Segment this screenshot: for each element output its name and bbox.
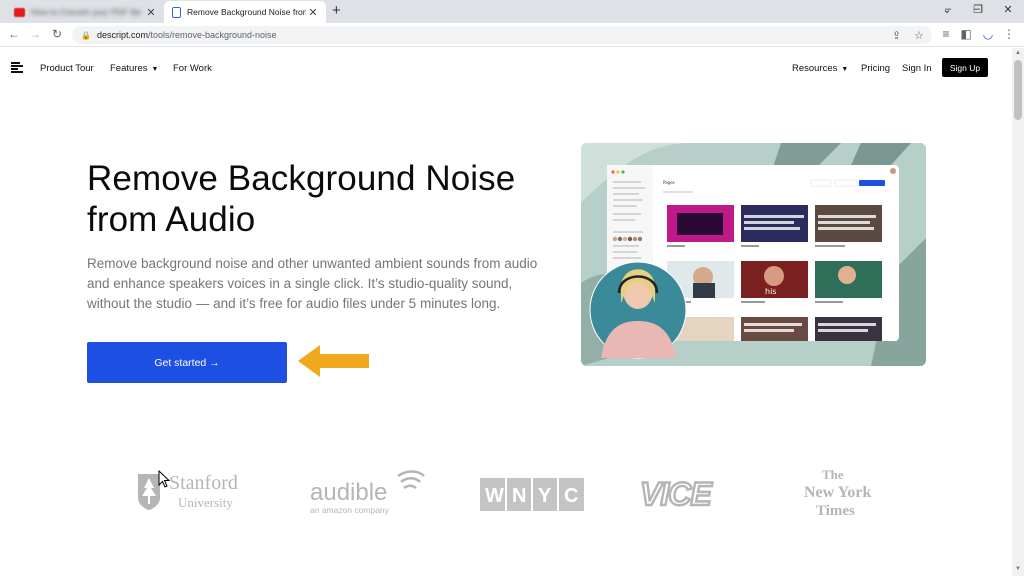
mouse-cursor-icon <box>158 470 170 488</box>
chevron-down-icon: ▼ <box>151 66 159 73</box>
page-title: Remove Background Noise from Audio <box>87 159 516 239</box>
app-pages-header: Pages <box>663 180 675 185</box>
address-row: ← → ↻ 🔒 descript.com/tools/remove-backgr… <box>0 23 1024 47</box>
new-tab-button[interactable]: + <box>332 2 341 19</box>
close-window-icon[interactable]: ✕ <box>993 3 1023 16</box>
nav-pricing[interactable]: Pricing <box>861 63 890 74</box>
nav-resources[interactable]: Resources ▼ <box>792 63 848 74</box>
restore-icon[interactable]: ❐ <box>963 3 993 16</box>
tab-bar: How to Convert your PDF file to ... ✕ Re… <box>0 0 1024 23</box>
bookmark-star-icon[interactable]: ☆ <box>914 29 924 42</box>
svg-text:audible: audible <box>310 479 387 506</box>
svg-text:Stanford: Stanford <box>169 472 238 494</box>
media-control-icon[interactable]: ≡ <box>938 27 954 41</box>
youtube-favicon-icon <box>14 7 25 17</box>
svg-text:W: W <box>485 485 504 507</box>
scroll-up-icon: ▲ <box>1015 50 1021 56</box>
tab-descript[interactable]: Remove Background Noise from ✕ <box>164 1 326 23</box>
tab-title: Remove Background Noise from <box>187 7 306 17</box>
nyt-logo: The New York Times <box>800 467 874 519</box>
sign-up-button[interactable]: Sign Up <box>942 58 988 77</box>
close-tab-icon[interactable]: ✕ <box>306 6 320 19</box>
nav-for-work[interactable]: For Work <box>173 63 212 74</box>
forward-icon[interactable]: → <box>27 27 43 41</box>
svg-text:VICE: VICE <box>640 476 713 512</box>
svg-text:Times: Times <box>816 503 855 518</box>
svg-text:Y: Y <box>538 485 552 507</box>
tab-title: How to Convert your PDF file to ... <box>31 7 144 17</box>
stanford-logo: Stanford University <box>136 468 258 518</box>
arrow-left-icon <box>298 345 369 377</box>
nav-features[interactable]: Features ▼ <box>110 63 158 74</box>
page-favicon-icon <box>172 6 181 18</box>
svg-text:C: C <box>564 485 578 507</box>
back-icon[interactable]: ← <box>6 27 22 41</box>
card-caption: his <box>765 287 776 296</box>
wnyc-logo: W N Y C <box>480 468 586 518</box>
profile-icon[interactable]: ◡ <box>980 27 996 41</box>
svg-text:an amazon company: an amazon company <box>310 505 390 515</box>
svg-text:N: N <box>512 485 526 507</box>
get-started-button[interactable]: Get started → <box>87 342 287 383</box>
scrollbar-thumb[interactable] <box>1014 60 1022 120</box>
reload-icon[interactable]: ↻ <box>49 27 65 41</box>
descript-logo-icon[interactable] <box>11 62 23 74</box>
minimize-icon[interactable]: – <box>933 3 963 15</box>
side-panel-icon[interactable]: ◧ <box>958 27 974 41</box>
share-icon[interactable]: ⇪ <box>892 29 901 42</box>
address-bar[interactable]: 🔒 descript.com/tools/remove-background-n… <box>72 26 932 44</box>
svg-text:The: The <box>822 468 844 482</box>
page-scrollbar[interactable]: ▲ ▼ <box>1012 48 1024 576</box>
lock-icon: 🔒 <box>81 30 91 40</box>
nav-product-tour[interactable]: Product Tour <box>40 63 94 74</box>
vice-logo: VICE <box>638 468 746 518</box>
page: Product Tour Features ▼ For Work Resource… <box>0 48 1012 576</box>
nav-sign-in[interactable]: Sign In <box>902 63 932 74</box>
chevron-down-icon: ▼ <box>841 66 849 73</box>
svg-text:New York: New York <box>804 484 872 501</box>
hero-description: Remove background noise and other unwant… <box>87 256 538 311</box>
close-tab-icon[interactable]: ✕ <box>144 6 158 19</box>
product-screenshot: Pages his <box>581 143 926 366</box>
audible-logo: audible an amazon company <box>308 468 428 518</box>
svg-text:University: University <box>178 495 233 510</box>
scroll-down-icon: ▼ <box>1015 566 1021 572</box>
url-text: descript.com/tools/remove-background-noi… <box>96 30 277 40</box>
tab-pdf[interactable]: How to Convert your PDF file to ... ✕ <box>6 1 164 23</box>
menu-kebab-icon[interactable]: ⋮ <box>1001 27 1017 41</box>
